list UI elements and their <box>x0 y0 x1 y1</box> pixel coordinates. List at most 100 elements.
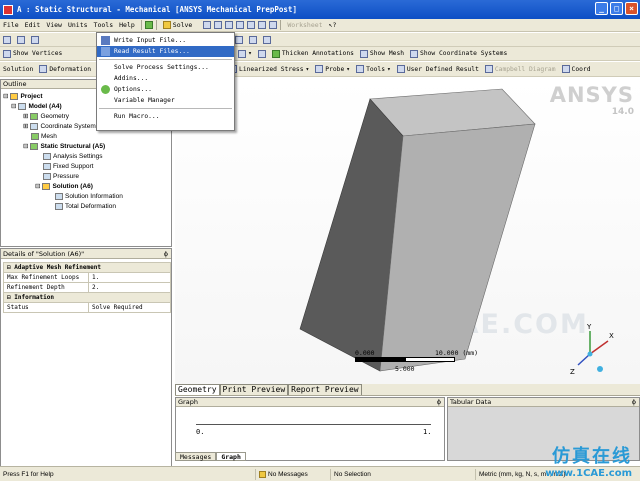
block-front-face[interactable] <box>379 123 536 372</box>
details-row[interactable]: Max Refinement Loops 1. <box>3 272 171 283</box>
menu-separator <box>140 20 142 30</box>
campbell-diagram-button[interactable]: Campbell Diagram <box>482 65 559 73</box>
details-row[interactable]: Status Solve Required <box>3 302 171 313</box>
probe-button[interactable]: Probe ▾ <box>312 65 353 73</box>
mesh-tree-icon <box>31 132 39 140</box>
graphics-viewport[interactable]: ANSYS 14.0 1CAE.COM 0.000 10.000 (mm) 5.… <box>175 79 640 384</box>
menu-units[interactable]: Units <box>65 21 91 29</box>
linearized-stress-label: Linearized Stress <box>239 65 304 73</box>
maximize-button[interactable]: □ <box>610 2 623 15</box>
menu-item-variable-manager[interactable]: Variable Manager <box>97 95 234 106</box>
coordinate-button[interactable]: Coord <box>559 65 594 73</box>
pin-icon[interactable]: ɸ <box>164 249 168 259</box>
solve-button[interactable]: Solve <box>160 21 196 29</box>
tree-node-solution-information[interactable]: Solution Information <box>3 191 171 201</box>
tools-button[interactable]: Tools ▾ <box>353 65 394 73</box>
tree-node-mesh[interactable]: Mesh <box>3 131 171 141</box>
new-analysis-icon[interactable] <box>203 21 212 29</box>
site-watermark-url: www.1CAE.com <box>545 468 632 479</box>
details-key: Max Refinement Loops <box>3 272 89 283</box>
tab-geometry[interactable]: Geometry <box>175 384 220 395</box>
menu-item-read-result-files[interactable]: Read Result Files... <box>97 46 234 57</box>
window-title: A : Static Structural - Mechanical [ANSY… <box>17 5 297 14</box>
user-defined-result-button[interactable]: User Defined Result <box>394 65 482 73</box>
details-value[interactable]: 2. <box>88 282 171 293</box>
layout-button[interactable] <box>260 35 274 44</box>
edge-coloring-button[interactable]: ▾ <box>235 49 255 58</box>
screenshot-icon[interactable] <box>269 21 278 29</box>
cursor-mode-button[interactable] <box>0 35 14 44</box>
status-selection: No Selection <box>330 468 475 480</box>
details-row[interactable]: Refinement Depth 2. <box>3 282 171 293</box>
worksheet-button[interactable]: Worksheet <box>284 21 325 29</box>
menu-file[interactable]: File <box>0 21 22 29</box>
tree-node-total-deformation[interactable]: Total Deformation <box>3 201 171 211</box>
show-mesh-button[interactable]: Show Mesh <box>357 49 407 58</box>
extend-button[interactable] <box>28 35 42 44</box>
linearized-stress-button[interactable]: Linearized Stress ▾ <box>226 65 312 73</box>
tab-messages[interactable]: Messages <box>175 452 217 461</box>
tree-node-fixed-support[interactable]: Fixed Support <box>3 161 171 171</box>
thicken-annotations-button[interactable]: Thicken Annotations <box>269 49 357 58</box>
user-defined-result-icon <box>396 65 405 73</box>
graph-axis-start: 0. <box>196 428 205 436</box>
menu-item-write-input-file[interactable]: Write Input File... <box>97 35 234 46</box>
probe-label: Probe <box>325 65 345 73</box>
menu-bar: File Edit View Units Tools Help Solve Wo… <box>0 19 640 32</box>
text-icon[interactable] <box>236 21 245 29</box>
help-pointer-icon[interactable]: ↖? <box>326 21 340 29</box>
menu-separator <box>99 108 232 109</box>
tree-node-static-structural[interactable]: ⊟ Static Structural (A5) <box>3 141 171 151</box>
pin-icon[interactable]: ɸ <box>632 398 636 407</box>
comment-icon[interactable] <box>258 21 267 29</box>
coordinate-systems-icon <box>410 49 419 58</box>
view-tabs: Geometry Print Preview Report Preview <box>175 384 640 396</box>
details-value[interactable]: 1. <box>88 272 171 283</box>
edge-coloring-icon <box>238 49 247 58</box>
layout-icon <box>263 35 271 44</box>
iso-view-icon <box>249 35 257 44</box>
write-input-icon <box>101 36 110 45</box>
graph-icon[interactable] <box>214 21 223 29</box>
menu-help[interactable]: Help <box>116 21 138 29</box>
show-coordinate-systems-button[interactable]: Show Coordinate Systems <box>407 49 510 58</box>
status-messages[interactable]: No Messages <box>255 468 330 480</box>
details-section-title[interactable]: ⊟ Adaptive Mesh Refinement <box>3 262 171 273</box>
details-section-title[interactable]: ⊟ Information <box>3 292 171 303</box>
window-controls: _ □ × <box>595 2 638 15</box>
menu-item-solve-process-settings[interactable]: Solve Process Settings... <box>97 62 234 73</box>
deformation-button[interactable]: Deformation <box>36 65 94 73</box>
close-button[interactable]: × <box>625 2 638 15</box>
iso-view-button[interactable] <box>246 35 260 44</box>
image-icon[interactable] <box>225 21 234 29</box>
wireframe-button[interactable] <box>255 49 269 58</box>
axis-triad[interactable]: Y X Z <box>560 324 620 384</box>
tree-node-solution[interactable]: ⊟ Solution (A6) <box>3 181 171 191</box>
details-value: Solve Required <box>88 302 171 313</box>
tree-node-analysis-settings[interactable]: Analysis Settings <box>3 151 171 161</box>
menu-item-run-macro[interactable]: Run Macro... <box>97 111 234 122</box>
minimize-button[interactable]: _ <box>595 2 608 15</box>
menu-edit[interactable]: Edit <box>22 21 44 29</box>
coordinate-systems-tree-icon <box>30 122 39 130</box>
tools-dropdown-menu: Write Input File... Read Result Files...… <box>96 32 235 131</box>
menu-view[interactable]: View <box>43 21 65 29</box>
show-vertices-button[interactable]: Show Vertices <box>0 49 65 58</box>
menu-item-addins[interactable]: Addins... <box>97 73 234 84</box>
details-key: Status <box>3 302 89 313</box>
graph-header: Graph ɸ <box>176 398 444 407</box>
check-icon[interactable] <box>144 21 153 29</box>
pin-icon[interactable]: ɸ <box>437 398 441 407</box>
pressure-icon <box>43 172 51 180</box>
menu-item-options[interactable]: Options... <box>97 84 234 95</box>
tab-print-preview[interactable]: Print Preview <box>219 384 289 395</box>
menu-tools[interactable]: Tools <box>91 21 117 29</box>
tab-report-preview[interactable]: Report Preview <box>288 384 362 395</box>
report-icon[interactable] <box>247 21 256 29</box>
tab-graph[interactable]: Graph <box>216 452 246 461</box>
mesh-icon <box>359 49 368 58</box>
tree-node-pressure[interactable]: Pressure <box>3 171 171 181</box>
vertices-icon <box>3 49 11 58</box>
warning-icon <box>259 470 266 478</box>
select-mode-button[interactable] <box>14 35 28 44</box>
